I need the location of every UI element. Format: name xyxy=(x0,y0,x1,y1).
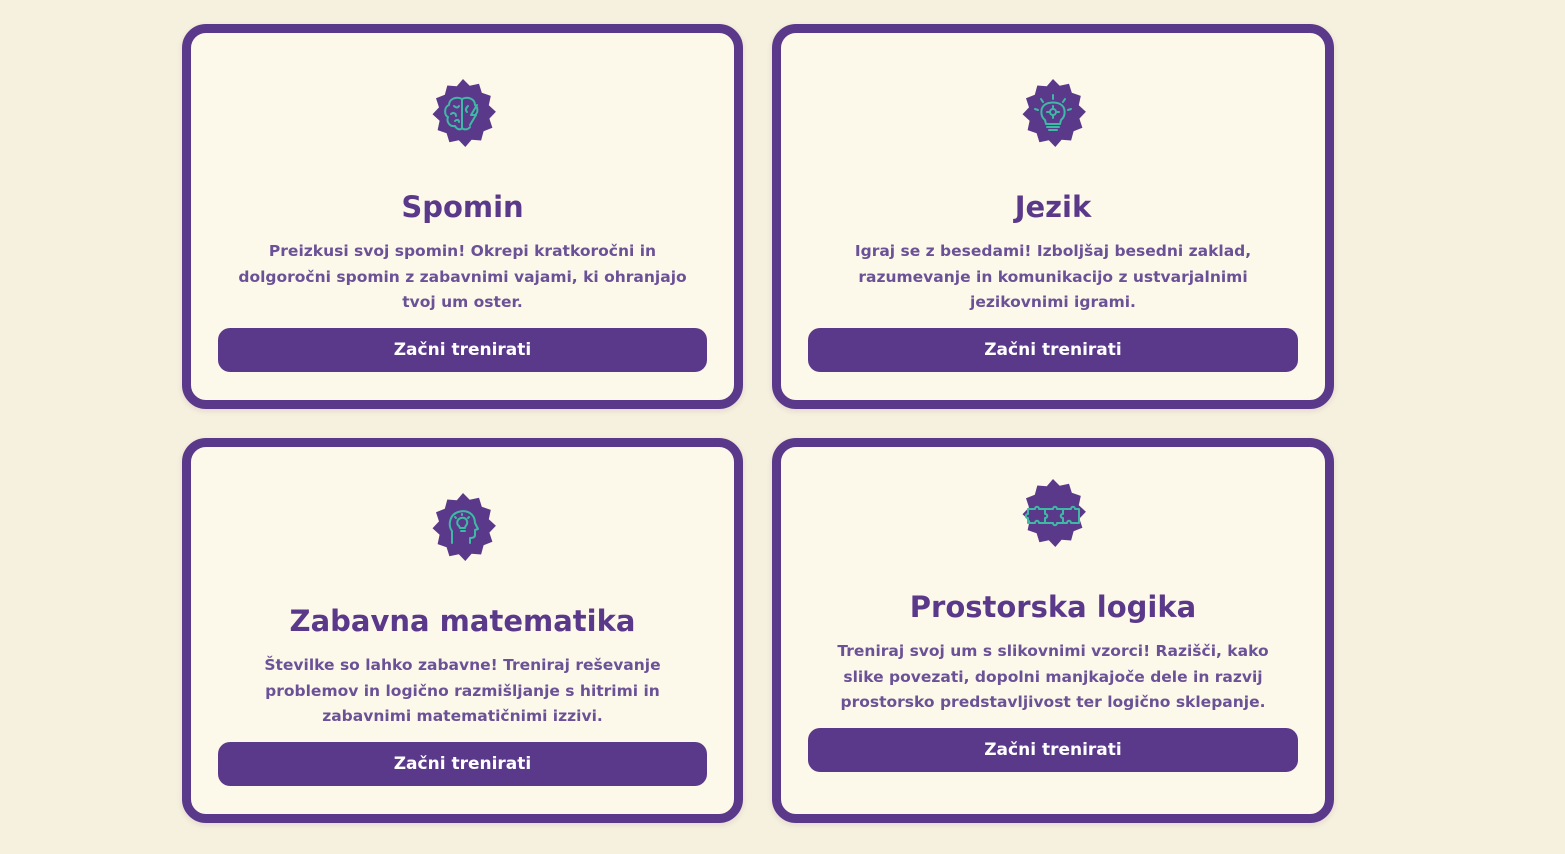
brain-lightning-icon xyxy=(425,76,501,152)
lightbulb-gear-icon xyxy=(1015,76,1091,152)
card-title: Spomin xyxy=(401,190,524,224)
card-description: Številke so lahko zabavne! Treniraj reše… xyxy=(264,656,661,725)
start-training-button[interactable]: Začni trenirati xyxy=(808,728,1298,772)
category-card-zabavna-matematika: Zabavna matematika Številke so lahko zab… xyxy=(182,438,743,823)
category-card-prostorska-logika: Prostorska logika Treniraj svoj um s sli… xyxy=(772,438,1334,823)
category-card-jezik: Jezik Igraj se z besedami! Izboljšaj bes… xyxy=(772,24,1334,409)
card-title: Jezik xyxy=(1014,190,1092,224)
card-title: Zabavna matematika xyxy=(289,604,636,638)
start-training-button[interactable]: Začni trenirati xyxy=(218,328,707,372)
card-description: Igraj se z besedami! Izboljšaj besedni z… xyxy=(854,242,1252,311)
card-title: Prostorska logika xyxy=(909,590,1197,624)
head-lightbulb-icon xyxy=(425,490,501,566)
start-training-button[interactable]: Začni trenirati xyxy=(808,328,1298,372)
card-description: Preizkusi svoj spomin! Okrepi kratkoročn… xyxy=(238,242,687,311)
start-training-button[interactable]: Začni trenirati xyxy=(218,742,707,786)
card-description: Treniraj svoj um s slikovnimi vzorci! Ra… xyxy=(837,642,1269,711)
puzzle-pieces-icon xyxy=(1015,476,1091,552)
category-card-spomin: Spomin Preizkusi svoj spomin! Okrepi kra… xyxy=(182,24,743,409)
